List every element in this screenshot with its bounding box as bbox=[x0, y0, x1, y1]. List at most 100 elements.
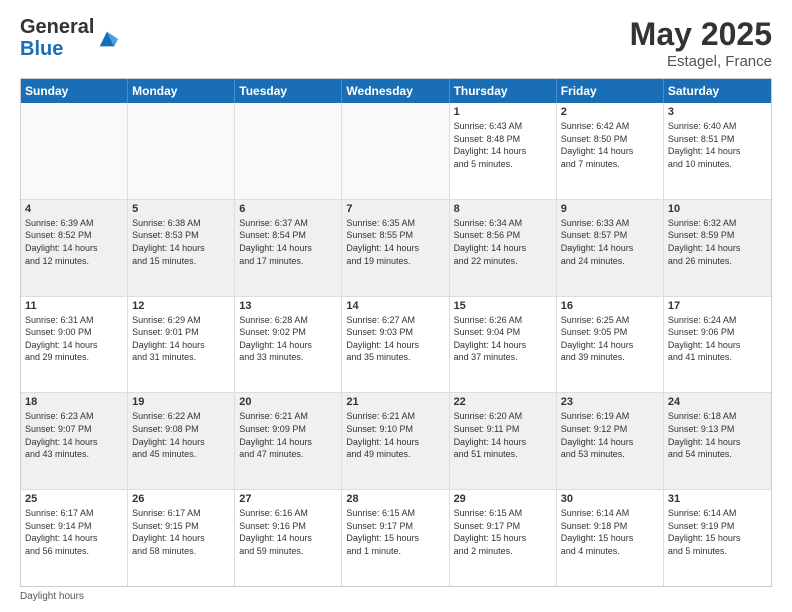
day-info: Sunrise: 6:17 AMSunset: 9:14 PMDaylight:… bbox=[25, 507, 123, 557]
day-info: Sunrise: 6:25 AMSunset: 9:05 PMDaylight:… bbox=[561, 314, 659, 364]
cal-cell-empty bbox=[128, 103, 235, 199]
cal-cell-day-2: 2 Sunrise: 6:42 AMSunset: 8:50 PMDaylight… bbox=[557, 103, 664, 199]
day-info: Sunrise: 6:14 AMSunset: 9:19 PMDaylight:… bbox=[668, 507, 767, 557]
cal-header-wednesday: Wednesday bbox=[342, 79, 449, 103]
cal-header-thursday: Thursday bbox=[450, 79, 557, 103]
day-number: 11 bbox=[25, 300, 123, 312]
day-number: 21 bbox=[346, 396, 444, 408]
day-info: Sunrise: 6:26 AMSunset: 9:04 PMDaylight:… bbox=[454, 314, 552, 364]
cal-cell-day-6: 6 Sunrise: 6:37 AMSunset: 8:54 PMDaylight… bbox=[235, 200, 342, 296]
day-info: Sunrise: 6:17 AMSunset: 9:15 PMDaylight:… bbox=[132, 507, 230, 557]
logo-icon bbox=[96, 28, 118, 50]
day-number: 17 bbox=[668, 300, 767, 312]
calendar: SundayMondayTuesdayWednesdayThursdayFrid… bbox=[20, 78, 772, 587]
cal-cell-day-16: 16 Sunrise: 6:25 AMSunset: 9:05 PMDayligh… bbox=[557, 297, 664, 393]
cal-cell-day-5: 5 Sunrise: 6:38 AMSunset: 8:53 PMDaylight… bbox=[128, 200, 235, 296]
cal-cell-day-17: 17 Sunrise: 6:24 AMSunset: 9:06 PMDayligh… bbox=[664, 297, 771, 393]
logo: General Blue bbox=[20, 16, 118, 60]
cal-cell-day-13: 13 Sunrise: 6:28 AMSunset: 9:02 PMDayligh… bbox=[235, 297, 342, 393]
cal-cell-empty bbox=[235, 103, 342, 199]
cal-cell-day-12: 12Sunrise: 6:29 AMSunset: 9:01 PMDayligh… bbox=[128, 297, 235, 393]
cal-header-saturday: Saturday bbox=[664, 79, 771, 103]
cal-cell-empty bbox=[21, 103, 128, 199]
day-number: 20 bbox=[239, 396, 337, 408]
day-number: 29 bbox=[454, 493, 552, 505]
day-info: Sunrise: 6:33 AMSunset: 8:57 PMDaylight:… bbox=[561, 217, 659, 267]
day-number: 1 bbox=[454, 106, 552, 118]
day-number: 30 bbox=[561, 493, 659, 505]
cal-cell-day-10: 10Sunrise: 6:32 AMSunset: 8:59 PMDayligh… bbox=[664, 200, 771, 296]
cal-cell-day-18: 18 Sunrise: 6:23 AMSunset: 9:07 PMDayligh… bbox=[21, 393, 128, 489]
day-number: 9 bbox=[561, 203, 659, 215]
day-info: Sunrise: 6:16 AMSunset: 9:16 PMDaylight:… bbox=[239, 507, 337, 557]
cal-cell-day-28: 28 Sunrise: 6:15 AMSunset: 9:17 PMDayligh… bbox=[342, 490, 449, 586]
cal-week-4: 18 Sunrise: 6:23 AMSunset: 9:07 PMDayligh… bbox=[21, 393, 771, 490]
day-info: Sunrise: 6:34 AMSunset: 8:56 PMDaylight:… bbox=[454, 217, 552, 267]
cal-cell-day-8: 8 Sunrise: 6:34 AMSunset: 8:56 PMDaylight… bbox=[450, 200, 557, 296]
cal-cell-day-9: 9 Sunrise: 6:33 AMSunset: 8:57 PMDaylight… bbox=[557, 200, 664, 296]
cal-header-monday: Monday bbox=[128, 79, 235, 103]
cal-cell-day-23: 23Sunrise: 6:19 AMSunset: 9:12 PMDayligh… bbox=[557, 393, 664, 489]
day-info: Sunrise: 6:14 AMSunset: 9:18 PMDaylight:… bbox=[561, 507, 659, 557]
cal-cell-day-3: 3Sunrise: 6:40 AMSunset: 8:51 PMDaylight… bbox=[664, 103, 771, 199]
cal-cell-day-1: 1Sunrise: 6:43 AMSunset: 8:48 PMDaylight… bbox=[450, 103, 557, 199]
day-info: Sunrise: 6:38 AMSunset: 8:53 PMDaylight:… bbox=[132, 217, 230, 267]
day-info: Sunrise: 6:42 AMSunset: 8:50 PMDaylight:… bbox=[561, 120, 659, 170]
day-info: Sunrise: 6:23 AMSunset: 9:07 PMDaylight:… bbox=[25, 410, 123, 460]
day-number: 27 bbox=[239, 493, 337, 505]
day-number: 28 bbox=[346, 493, 444, 505]
day-info: Sunrise: 6:24 AMSunset: 9:06 PMDaylight:… bbox=[668, 314, 767, 364]
day-number: 22 bbox=[454, 396, 552, 408]
day-info: Sunrise: 6:39 AMSunset: 8:52 PMDaylight:… bbox=[25, 217, 123, 267]
cal-week-3: 11 Sunrise: 6:31 AMSunset: 9:00 PMDayligh… bbox=[21, 297, 771, 394]
cal-cell-day-25: 25 Sunrise: 6:17 AMSunset: 9:14 PMDayligh… bbox=[21, 490, 128, 586]
day-info: Sunrise: 6:35 AMSunset: 8:55 PMDaylight:… bbox=[346, 217, 444, 267]
cal-week-2: 4Sunrise: 6:39 AMSunset: 8:52 PMDaylight… bbox=[21, 200, 771, 297]
cal-header-sunday: Sunday bbox=[21, 79, 128, 103]
day-info: Sunrise: 6:21 AMSunset: 9:09 PMDaylight:… bbox=[239, 410, 337, 460]
day-number: 10 bbox=[668, 203, 767, 215]
day-number: 25 bbox=[25, 493, 123, 505]
day-number: 18 bbox=[25, 396, 123, 408]
cal-cell-day-24: 24Sunrise: 6:18 AMSunset: 9:13 PMDayligh… bbox=[664, 393, 771, 489]
cal-cell-day-15: 15 Sunrise: 6:26 AMSunset: 9:04 PMDayligh… bbox=[450, 297, 557, 393]
day-number: 12 bbox=[132, 300, 230, 312]
cal-cell-day-31: 31Sunrise: 6:14 AMSunset: 9:19 PMDayligh… bbox=[664, 490, 771, 586]
cal-week-1: 1Sunrise: 6:43 AMSunset: 8:48 PMDaylight… bbox=[21, 103, 771, 200]
day-info: Sunrise: 6:21 AMSunset: 9:10 PMDaylight:… bbox=[346, 410, 444, 460]
cal-cell-day-14: 14Sunrise: 6:27 AMSunset: 9:03 PMDayligh… bbox=[342, 297, 449, 393]
day-number: 13 bbox=[239, 300, 337, 312]
day-number: 2 bbox=[561, 106, 659, 118]
cal-cell-day-4: 4Sunrise: 6:39 AMSunset: 8:52 PMDaylight… bbox=[21, 200, 128, 296]
daylight-label: Daylight hours bbox=[20, 591, 84, 602]
day-info: Sunrise: 6:19 AMSunset: 9:12 PMDaylight:… bbox=[561, 410, 659, 460]
day-info: Sunrise: 6:22 AMSunset: 9:08 PMDaylight:… bbox=[132, 410, 230, 460]
logo-blue: Blue bbox=[20, 38, 94, 60]
cal-cell-day-11: 11 Sunrise: 6:31 AMSunset: 9:00 PMDayligh… bbox=[21, 297, 128, 393]
day-number: 8 bbox=[454, 203, 552, 215]
day-number: 5 bbox=[132, 203, 230, 215]
calendar-header: SundayMondayTuesdayWednesdayThursdayFrid… bbox=[21, 79, 771, 103]
cal-cell-day-20: 20 Sunrise: 6:21 AMSunset: 9:09 PMDayligh… bbox=[235, 393, 342, 489]
day-info: Sunrise: 6:40 AMSunset: 8:51 PMDaylight:… bbox=[668, 120, 767, 170]
cal-cell-day-19: 19 Sunrise: 6:22 AMSunset: 9:08 PMDayligh… bbox=[128, 393, 235, 489]
day-info: Sunrise: 6:37 AMSunset: 8:54 PMDaylight:… bbox=[239, 217, 337, 267]
page: General Blue May 2025 Estagel, France Su… bbox=[0, 0, 792, 612]
cal-cell-day-22: 22Sunrise: 6:20 AMSunset: 9:11 PMDayligh… bbox=[450, 393, 557, 489]
day-info: Sunrise: 6:28 AMSunset: 9:02 PMDaylight:… bbox=[239, 314, 337, 364]
day-number: 6 bbox=[239, 203, 337, 215]
month-year: May 2025 bbox=[630, 16, 772, 53]
day-number: 26 bbox=[132, 493, 230, 505]
location: Estagel, France bbox=[630, 53, 772, 70]
day-number: 19 bbox=[132, 396, 230, 408]
cal-header-friday: Friday bbox=[557, 79, 664, 103]
day-info: Sunrise: 6:31 AMSunset: 9:00 PMDaylight:… bbox=[25, 314, 123, 364]
cal-cell-day-29: 29Sunrise: 6:15 AMSunset: 9:17 PMDayligh… bbox=[450, 490, 557, 586]
cal-cell-day-7: 7 Sunrise: 6:35 AMSunset: 8:55 PMDaylight… bbox=[342, 200, 449, 296]
day-number: 14 bbox=[346, 300, 444, 312]
logo-text: General Blue bbox=[20, 16, 94, 60]
day-info: Sunrise: 6:15 AMSunset: 9:17 PMDaylight:… bbox=[346, 507, 444, 557]
day-number: 15 bbox=[454, 300, 552, 312]
day-number: 7 bbox=[346, 203, 444, 215]
day-number: 16 bbox=[561, 300, 659, 312]
